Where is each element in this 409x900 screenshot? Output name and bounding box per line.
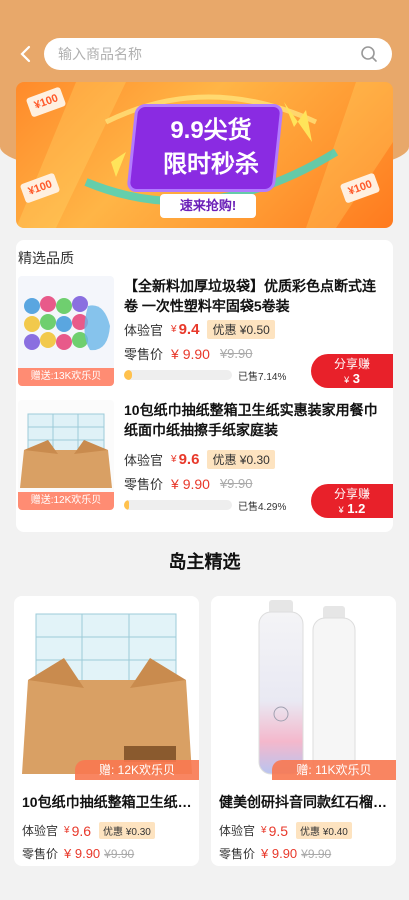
sold-percentage: 已售7.14% [238, 372, 287, 383]
exp-price: 9.6 [71, 822, 92, 839]
gift-label: 赠送:12K欢乐贝 [18, 492, 114, 510]
share-amount: 3 [352, 371, 360, 386]
banner-cta-button[interactable]: 速来抢购! [160, 194, 256, 218]
share-earn-button[interactable]: 分享赚 ¥ 1.2 [311, 484, 393, 518]
exp-price: 9.4 [178, 321, 200, 338]
banner-title-line2: 限时秒杀 [163, 151, 259, 178]
product-image[interactable]: 赠送:12K欢乐贝 [18, 400, 114, 510]
exp-label: 体验官 [219, 824, 256, 838]
share-label: 分享赚 [333, 487, 370, 501]
tissue-box-image [18, 400, 114, 492]
sold-progress-bar [124, 370, 232, 380]
share-label: 分享赚 [333, 357, 370, 371]
coupon-badge: 优惠 ¥0.40 [296, 822, 352, 839]
currency-symbol: ¥ [64, 825, 70, 836]
search-input[interactable] [58, 46, 360, 62]
sold-progress-fill [124, 500, 129, 510]
retail-price-row: 零售价 ¥ 9.90 ¥9.90 [22, 845, 134, 862]
original-price: ¥9.90 [219, 346, 253, 361]
spray-bottles-image [211, 596, 396, 781]
original-price: ¥9.90 [301, 846, 332, 861]
chevron-left-icon [20, 45, 31, 63]
retail-label: 零售价 [219, 847, 256, 861]
retail-price: ¥ 9.90 [64, 846, 101, 861]
experience-price-row: 体验官 ¥ 9.6 优惠 ¥0.30 [22, 822, 155, 839]
currency-symbol: ¥ [344, 375, 350, 385]
exp-price: 9.5 [268, 822, 289, 839]
exp-price: 9.6 [178, 451, 200, 468]
search-bar[interactable] [44, 38, 392, 70]
product-title[interactable]: 【全新料加厚垃圾袋】优质彩色点断式连卷 一次性塑料牢固袋5卷装 [124, 276, 389, 316]
coupon-badge: 优惠 ¥0.30 [99, 822, 155, 839]
share-earn-button[interactable]: 分享赚 ¥ 3 [311, 354, 393, 388]
original-price: ¥9.90 [219, 476, 253, 491]
list-item[interactable]: 赠送:12K欢乐贝 10包纸巾抽纸整箱卫生纸实惠装家用餐巾纸面巾纸抽擦手纸家庭装… [16, 400, 393, 520]
list-item[interactable]: 赠送:13K欢乐贝 【全新料加厚垃圾袋】优质彩色点断式连卷 一次性塑料牢固袋5卷… [16, 276, 393, 396]
trash-bags-image [18, 276, 114, 368]
retail-label: 零售价 [124, 347, 164, 362]
gift-label: 赠送:13K欢乐贝 [18, 368, 114, 386]
retail-price-row: 零售价 ¥ 9.90 ¥9.90 [219, 845, 331, 862]
gift-badge: 赠: 11K欢乐贝 [272, 760, 396, 780]
header [0, 30, 409, 78]
sold-progress-fill [124, 370, 132, 380]
product-title[interactable]: 10包纸巾抽纸整箱卫生纸实惠装 [22, 792, 196, 812]
retail-price: ¥ 9.90 [261, 846, 298, 861]
original-price: ¥9.90 [104, 846, 135, 861]
section-heading: 精选品质 [18, 250, 74, 266]
share-amount: 1.2 [347, 501, 366, 516]
product-card[interactable]: 赠: 12K欢乐贝 10包纸巾抽纸整箱卫生纸实惠装 体验官 ¥ 9.6 优惠 ¥… [14, 596, 199, 866]
selected-quality-panel: 精选品质 赠送:13K欢乐贝 【全新料加厚垃圾袋】优质彩色点断式连卷 一次性塑料… [16, 240, 393, 532]
coupon-badge: 优惠 ¥0.50 [207, 320, 275, 339]
island-picks-title: 岛主精选 [168, 552, 241, 572]
retail-price-row: 零售价 ¥ 9.90 ¥9.90 [124, 474, 253, 493]
promo-banner[interactable]: ¥100 ¥100 ¥100 9.9尖货 限时秒杀 速来抢购! [16, 82, 393, 228]
tissue-box-image [14, 596, 199, 781]
share-amount-row: ¥ 3 [311, 372, 393, 387]
experience-price-row: 体验官 ¥ 9.5 优惠 ¥0.40 [219, 822, 352, 839]
back-button[interactable] [12, 40, 40, 68]
product-title[interactable]: 10包纸巾抽纸整箱卫生纸实惠装家用餐巾纸面巾纸抽擦手纸家庭装 [124, 400, 389, 440]
search-icon[interactable] [360, 45, 378, 63]
retail-label: 零售价 [124, 477, 164, 492]
banner-title-line1: 9.9尖货 [170, 117, 252, 144]
retail-price: ¥ 9.90 [171, 345, 210, 362]
exp-label: 体验官 [22, 824, 59, 838]
experience-price-row: 体验官 ¥ 9.4 优惠 ¥0.50 [124, 320, 275, 339]
retail-label: 零售价 [22, 847, 59, 861]
coupon-badge: 优惠 ¥0.30 [207, 450, 275, 469]
product-image[interactable]: 赠送:13K欢乐贝 [18, 276, 114, 386]
currency-symbol: ¥ [338, 505, 344, 515]
share-amount-row: ¥ 1.2 [311, 502, 393, 517]
currency-symbol: ¥ [261, 825, 267, 836]
retail-price: ¥ 9.90 [171, 475, 210, 492]
currency-symbol: ¥ [171, 324, 177, 335]
product-card[interactable]: 赠: 11K欢乐贝 健美创研抖音同款红石榴喷雾 体验官 ¥ 9.5 优惠 ¥0.… [211, 596, 396, 866]
exp-label: 体验官 [124, 323, 164, 338]
gift-badge: 赠: 12K欢乐贝 [75, 760, 199, 780]
exp-label: 体验官 [124, 453, 164, 468]
retail-price-row: 零售价 ¥ 9.90 ¥9.90 [124, 344, 253, 363]
sold-percentage: 已售4.29% [238, 502, 287, 513]
product-title[interactable]: 健美创研抖音同款红石榴喷雾 [219, 792, 393, 812]
sold-progress-bar [124, 500, 232, 510]
currency-symbol: ¥ [171, 454, 177, 465]
experience-price-row: 体验官 ¥ 9.6 优惠 ¥0.30 [124, 450, 275, 469]
